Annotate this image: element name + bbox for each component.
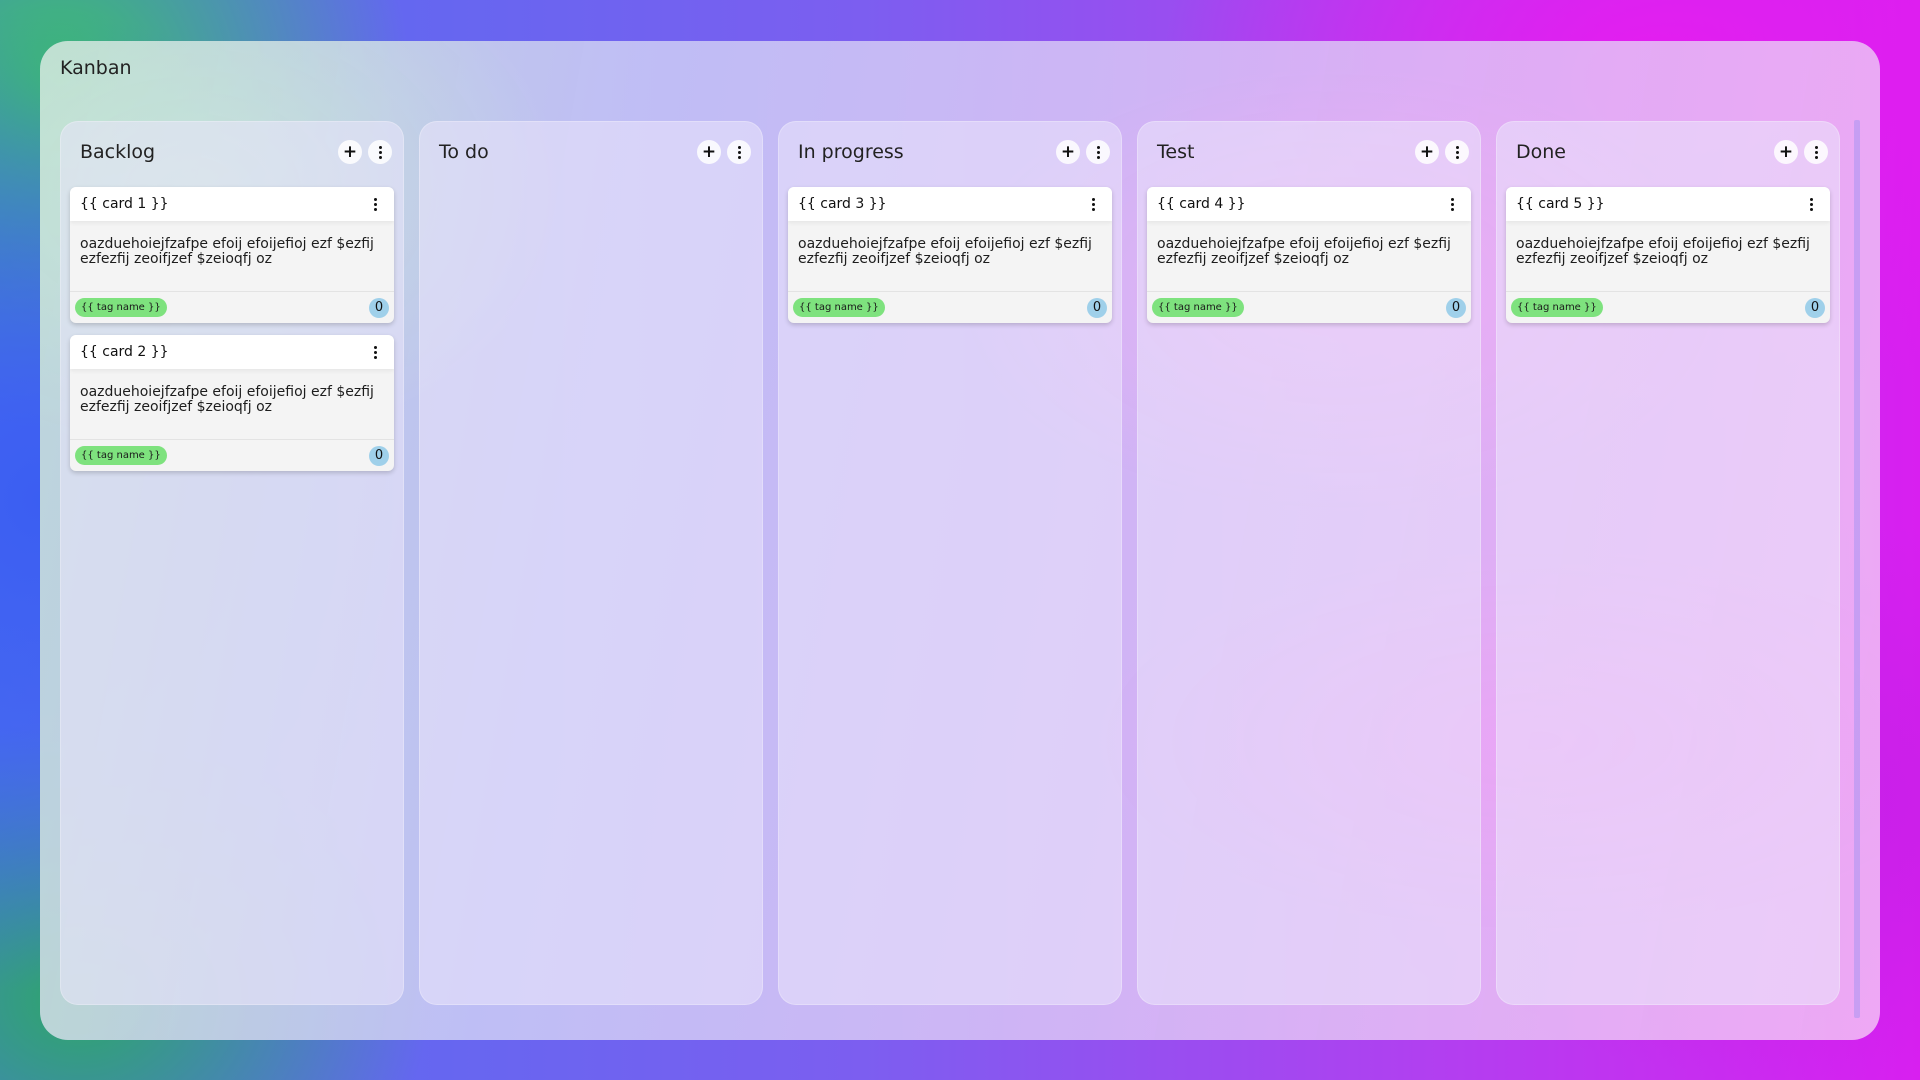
- card-header: {{ card 5 }}: [1506, 187, 1830, 221]
- card-header: {{ card 3 }}: [788, 187, 1112, 221]
- column-actions: +: [1774, 140, 1830, 164]
- card[interactable]: {{ card 2 }} oazduehoiejfzafpe efoij efo…: [70, 335, 394, 471]
- column-test: Test + {{ card 4 }} oazduehoiejfzafpe ef…: [1137, 121, 1481, 1005]
- card-description: oazduehoiejfzafpe efoij efoijefioj ezf $…: [798, 236, 1092, 267]
- plus-icon: +: [1060, 141, 1076, 162]
- column-title: Test: [1157, 141, 1195, 163]
- card-footer: {{ tag name }} 0: [70, 439, 394, 471]
- page-title: Kanban: [60, 57, 132, 79]
- tag-badge[interactable]: {{ tag name }}: [793, 298, 885, 317]
- column-menu-button[interactable]: [1804, 140, 1828, 164]
- more-vertical-icon: [1455, 145, 1459, 159]
- more-vertical-icon: [1450, 197, 1454, 211]
- column-header: Backlog +: [70, 129, 394, 175]
- column-to-do: To do +: [419, 121, 763, 1005]
- column-header: In progress +: [788, 129, 1112, 175]
- column-done: Done + {{ card 5 }} oazduehoiejfzafpe ef…: [1496, 121, 1840, 1005]
- kanban-board: Kanban Backlog + {{ card 1 }} oazduehoie…: [40, 41, 1880, 1040]
- plus-icon: +: [1778, 141, 1794, 162]
- card-menu-button[interactable]: [1084, 195, 1102, 213]
- horizontal-scrollbar[interactable]: [1854, 120, 1860, 1018]
- more-vertical-icon: [1096, 145, 1100, 159]
- card-header: {{ card 1 }}: [70, 187, 394, 221]
- card-header: {{ card 2 }}: [70, 335, 394, 369]
- column-menu-button[interactable]: [1445, 140, 1469, 164]
- column-in-progress: In progress + {{ card 3 }} oazduehoiejfz…: [778, 121, 1122, 1005]
- column-actions: +: [1415, 140, 1471, 164]
- column-title: Done: [1516, 141, 1566, 163]
- more-vertical-icon: [1809, 197, 1813, 211]
- column-menu-button[interactable]: [1086, 140, 1110, 164]
- count-badge: 0: [369, 297, 389, 318]
- card[interactable]: {{ card 4 }} oazduehoiejfzafpe efoij efo…: [1147, 187, 1471, 323]
- columns-container: Backlog + {{ card 1 }} oazduehoiejfzafpe…: [60, 121, 1840, 1005]
- card-title: {{ card 5 }}: [1516, 196, 1605, 212]
- card-description: oazduehoiejfzafpe efoij efoijefioj ezf $…: [1157, 236, 1451, 267]
- count-badge: 0: [1087, 297, 1107, 318]
- more-vertical-icon: [373, 197, 377, 211]
- more-vertical-icon: [1091, 197, 1095, 211]
- tag-badge[interactable]: {{ tag name }}: [75, 446, 167, 465]
- card-footer: {{ tag name }} 0: [1506, 291, 1830, 323]
- more-vertical-icon: [373, 345, 377, 359]
- card-footer: {{ tag name }} 0: [70, 291, 394, 323]
- column-header: To do +: [429, 129, 753, 175]
- card-title: {{ card 4 }}: [1157, 196, 1246, 212]
- card-title: {{ card 3 }}: [798, 196, 887, 212]
- plus-icon: +: [701, 141, 717, 162]
- column-actions: +: [338, 140, 394, 164]
- tag-badge[interactable]: {{ tag name }}: [75, 298, 167, 317]
- tag-badge[interactable]: {{ tag name }}: [1152, 298, 1244, 317]
- plus-icon: +: [1419, 141, 1435, 162]
- add-card-button[interactable]: +: [697, 140, 721, 164]
- card-menu-button[interactable]: [1443, 195, 1461, 213]
- column-header: Test +: [1147, 129, 1471, 175]
- add-card-button[interactable]: +: [338, 140, 362, 164]
- column-menu-button[interactable]: [368, 140, 392, 164]
- card-menu-button[interactable]: [1802, 195, 1820, 213]
- add-card-button[interactable]: +: [1774, 140, 1798, 164]
- card[interactable]: {{ card 5 }} oazduehoiejfzafpe efoij efo…: [1506, 187, 1830, 323]
- count-badge: 0: [1446, 297, 1466, 318]
- more-vertical-icon: [737, 145, 741, 159]
- column-actions: +: [1056, 140, 1112, 164]
- count-badge: 0: [369, 445, 389, 466]
- card-title: {{ card 2 }}: [80, 344, 169, 360]
- card[interactable]: {{ card 3 }} oazduehoiejfzafpe efoij efo…: [788, 187, 1112, 323]
- card-menu-button[interactable]: [366, 343, 384, 361]
- column-actions: +: [697, 140, 753, 164]
- tag-badge[interactable]: {{ tag name }}: [1511, 298, 1603, 317]
- column-title: Backlog: [80, 141, 156, 163]
- column-title: To do: [439, 141, 489, 163]
- card-description: oazduehoiejfzafpe efoij efoijefioj ezf $…: [1516, 236, 1810, 267]
- card-menu-button[interactable]: [366, 195, 384, 213]
- more-vertical-icon: [378, 145, 382, 159]
- card-description: oazduehoiejfzafpe efoij efoijefioj ezf $…: [80, 236, 374, 267]
- count-badge: 0: [1805, 297, 1825, 318]
- card-footer: {{ tag name }} 0: [788, 291, 1112, 323]
- more-vertical-icon: [1814, 145, 1818, 159]
- card[interactable]: {{ card 1 }} oazduehoiejfzafpe efoij efo…: [70, 187, 394, 323]
- add-card-button[interactable]: +: [1056, 140, 1080, 164]
- card-description: oazduehoiejfzafpe efoij efoijefioj ezf $…: [80, 384, 374, 415]
- add-card-button[interactable]: +: [1415, 140, 1439, 164]
- column-title: In progress: [798, 141, 904, 163]
- column-menu-button[interactable]: [727, 140, 751, 164]
- column-header: Done +: [1506, 129, 1830, 175]
- plus-icon: +: [342, 141, 358, 162]
- card-footer: {{ tag name }} 0: [1147, 291, 1471, 323]
- card-header: {{ card 4 }}: [1147, 187, 1471, 221]
- card-title: {{ card 1 }}: [80, 196, 169, 212]
- column-backlog: Backlog + {{ card 1 }} oazduehoiejfzafpe…: [60, 121, 404, 1005]
